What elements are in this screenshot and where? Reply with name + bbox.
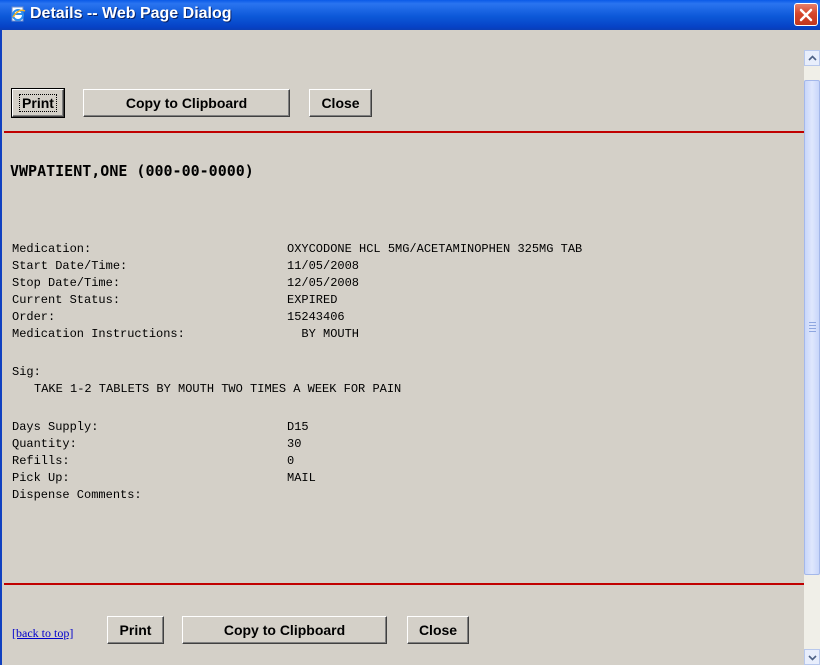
chevron-up-icon xyxy=(808,55,817,61)
window-close-button[interactable] xyxy=(794,3,818,26)
print-button-top-label: Print xyxy=(19,94,57,112)
medication-instructions-value: BY MOUTH xyxy=(287,327,360,341)
window-title: Details -- Web Page Dialog xyxy=(30,5,232,22)
days-supply-value: D15 xyxy=(287,420,309,434)
pickup-label: Pick Up: xyxy=(12,471,70,485)
close-button-top[interactable]: Close xyxy=(309,89,372,117)
days-supply-label: Days Supply: xyxy=(12,420,99,434)
stop-date-value: 12/05/2008 xyxy=(287,276,360,290)
medication-instructions-label: Medication Instructions: xyxy=(12,327,185,341)
order-label: Order: xyxy=(12,310,56,324)
start-date-value: 11/05/2008 xyxy=(287,259,360,273)
separator-top xyxy=(4,131,804,133)
medication-value: OXYCODONE HCL 5MG/ACETAMINOPHEN 325MG TA… xyxy=(287,242,583,256)
copy-to-clipboard-button-top[interactable]: Copy to Clipboard xyxy=(83,89,290,117)
close-icon xyxy=(799,8,813,22)
dialog-content xyxy=(0,30,804,665)
pickup-value: MAIL xyxy=(287,471,316,485)
scroll-up-button[interactable] xyxy=(804,50,820,66)
close-button-top-label: Close xyxy=(321,95,360,111)
dialog-window: Details -- Web Page Dialog Print Copy to… xyxy=(0,0,820,665)
title-bar[interactable]: Details -- Web Page Dialog xyxy=(0,0,820,30)
sig-label: Sig: xyxy=(12,365,41,379)
stop-date-label: Stop Date/Time: xyxy=(12,276,121,290)
back-to-top-link[interactable]: [back to top] xyxy=(12,626,73,641)
chevron-down-icon xyxy=(808,655,817,661)
start-date-label: Start Date/Time: xyxy=(12,259,128,273)
quantity-value: 30 xyxy=(287,437,302,451)
quantity-label: Quantity: xyxy=(12,437,77,451)
refills-value: 0 xyxy=(287,454,295,468)
sig-text: TAKE 1-2 TABLETS BY MOUTH TWO TIMES A WE… xyxy=(34,382,402,396)
current-status-label: Current Status: xyxy=(12,293,121,307)
copy-button-bottom-label: Copy to Clipboard xyxy=(223,622,346,638)
print-button-top[interactable]: Print xyxy=(11,88,65,118)
print-button-bottom[interactable]: Print xyxy=(107,616,164,644)
copy-button-top-label: Copy to Clipboard xyxy=(125,95,248,111)
print-button-bottom-label: Print xyxy=(119,622,152,638)
copy-to-clipboard-button-bottom[interactable]: Copy to Clipboard xyxy=(182,616,387,644)
separator-bottom xyxy=(4,583,804,585)
scroll-down-button[interactable] xyxy=(804,649,820,665)
close-button-bottom-label: Close xyxy=(418,622,458,638)
scrollbar-thumb[interactable] xyxy=(804,80,820,575)
ie-page-icon xyxy=(10,6,26,22)
refills-label: Refills: xyxy=(12,454,70,468)
close-button-bottom[interactable]: Close xyxy=(407,616,469,644)
current-status-value: EXPIRED xyxy=(287,293,338,307)
dispense-comments-label: Dispense Comments: xyxy=(12,488,142,502)
medication-label: Medication: xyxy=(12,242,92,256)
order-value: 15243406 xyxy=(287,310,345,324)
vertical-scrollbar[interactable] xyxy=(804,50,820,665)
patient-header: VWPATIENT,ONE (000-00-0000) xyxy=(10,162,254,180)
